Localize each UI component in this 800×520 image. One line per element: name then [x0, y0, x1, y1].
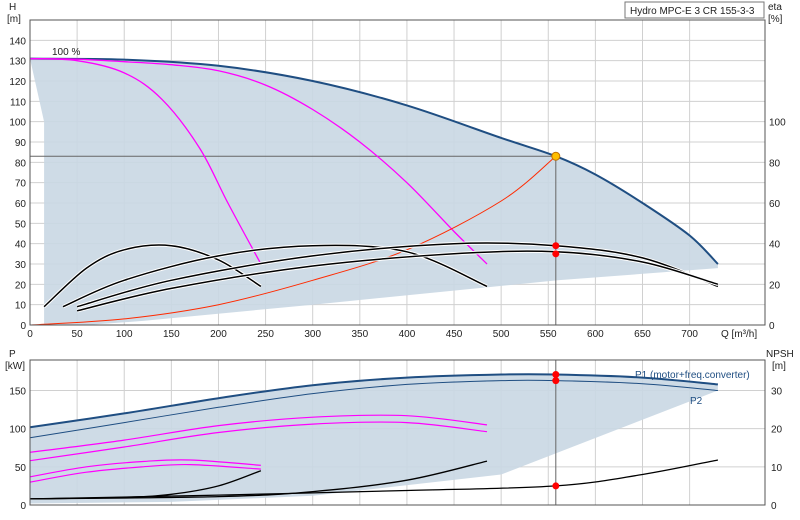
eta-tick-label: 0 [769, 321, 775, 332]
x-tick-label: 600 [587, 329, 604, 340]
head-tick-label: 0 [20, 321, 26, 332]
duty-point-marker [551, 151, 561, 161]
x-tick-label: 450 [446, 329, 463, 340]
head-tick-label: 100 [9, 118, 26, 129]
x-tick-label: 100 [116, 329, 133, 340]
npsh-marker [552, 482, 560, 490]
head-tick-label: 50 [15, 219, 27, 230]
npsh-axis-label: NPSH [766, 349, 794, 360]
head-tick-label: 130 [9, 57, 26, 68]
power-marker [552, 377, 560, 385]
pump-performance-chart: 0 50 100 150 200 250 300 350 400 450 500 550 600 650 7… [5, 1, 794, 512]
x-tick-label: 200 [210, 329, 227, 340]
x-tick-label: 350 [351, 329, 368, 340]
head-tick-label: 30 [15, 260, 27, 271]
head-tick-label: 60 [15, 199, 27, 210]
npsh-tick-label: 10 [771, 463, 783, 474]
head-tick-label: 70 [15, 179, 27, 190]
efficiency-marker [552, 250, 560, 258]
x-tick-label: 700 [681, 329, 698, 340]
eta-tick-label: 100 [769, 118, 786, 129]
efficiency-marker [552, 242, 560, 250]
power-tick-label: 100 [9, 425, 26, 436]
npsh-tick-label: 0 [771, 501, 777, 512]
head-tick-label: 20 [15, 280, 27, 291]
x-tick-label: 550 [540, 329, 557, 340]
head-tick-label: 40 [15, 240, 27, 251]
head-tick-label: 110 [10, 97, 26, 108]
x-tick-label: 500 [493, 329, 510, 340]
x-tick-label: 650 [634, 329, 651, 340]
eta-tick-label: 80 [769, 158, 781, 169]
head-tick-label: 120 [9, 77, 26, 88]
x-tick-label: 50 [72, 329, 84, 340]
eta-tick-label: 40 [769, 240, 781, 251]
top-operating-envelope [30, 58, 718, 325]
head-axis-label: H [9, 2, 16, 13]
head-tick-label: 10 [15, 301, 27, 312]
power-tick-label: 0 [20, 501, 26, 512]
head-tick-label: 90 [15, 138, 27, 149]
x-tick-label: 400 [399, 329, 416, 340]
x-tick-label: 250 [257, 329, 274, 340]
npsh-axis-unit: [m] [772, 361, 786, 372]
flow-axis-label: Q [m³/h] [721, 329, 757, 340]
x-tick-label: 300 [304, 329, 321, 340]
npsh-tick-label: 30 [771, 387, 783, 398]
p2-series-label: P2 [690, 396, 703, 407]
p1-series-label: P1 (motor+freq.converter) [635, 370, 750, 381]
power-axis-label: P [9, 349, 16, 360]
eta-axis-unit: [%] [768, 14, 783, 25]
power-tick-label: 150 [9, 387, 26, 398]
eta-axis-label: eta [768, 2, 782, 13]
head-tick-label: 140 [9, 36, 26, 47]
power-axis-unit: [kW] [5, 361, 25, 372]
head-axis-unit: [m] [7, 14, 21, 25]
power-marker [552, 371, 560, 378]
eta-tick-label: 20 [769, 280, 781, 291]
x-tick-label: 0 [27, 329, 33, 340]
npsh-tick-label: 20 [771, 425, 783, 436]
eta-tick-label: 60 [769, 199, 781, 210]
x-tick-label: 150 [163, 329, 180, 340]
head-tick-label: 80 [15, 158, 27, 169]
power-tick-label: 50 [15, 463, 27, 474]
speed-label: 100 % [52, 47, 80, 58]
pump-title: Hydro MPC-E 3 CR 155-3-3 [630, 6, 755, 17]
